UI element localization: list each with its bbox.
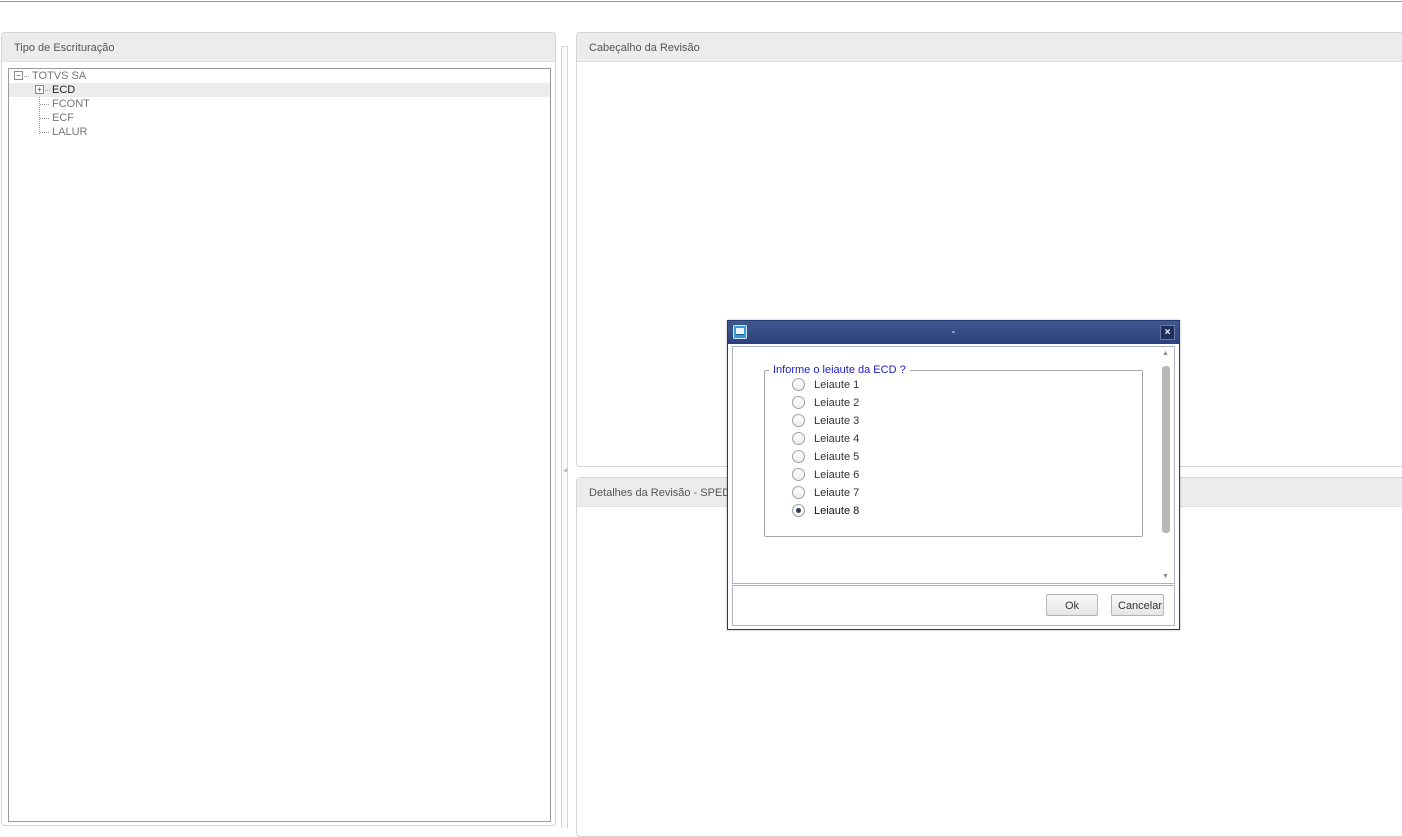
vertical-scrollbar[interactable]: ▲ ▼ [1159, 348, 1173, 582]
tree-item-ecd[interactable]: + ECD [9, 83, 550, 97]
radio-label: Leiaute 7 [814, 487, 860, 499]
radio-label: Leiaute 1 [814, 379, 860, 391]
tree-connector [45, 90, 50, 91]
tree-item-root[interactable]: − TOTVS SA [9, 69, 550, 83]
dialog-footer: Ok Cancelar [732, 585, 1175, 626]
tipo-escrituracao-panel: Tipo de Escrituração − TOTVS SA + ECD FC… [1, 32, 556, 826]
tree-connector [24, 76, 29, 77]
dialog-titlebar[interactable]: - × [728, 321, 1179, 344]
scrollbar-thumb[interactable] [1162, 366, 1170, 533]
dialog-content: Informe o leiaute da ECD ? Leiaute 1 Lei… [732, 346, 1175, 584]
dialog-title: - [951, 326, 956, 338]
close-button[interactable]: × [1160, 325, 1175, 340]
radio-icon[interactable] [792, 432, 805, 445]
panel-title-tipo-escrituracao: Tipo de Escrituração [2, 33, 555, 62]
radio-icon[interactable] [792, 450, 805, 463]
escrituracao-tree[interactable]: − TOTVS SA + ECD FCONT ECF LALUR [8, 68, 551, 822]
tree-item-ecf[interactable]: ECF [9, 111, 550, 125]
radio-label: Leiaute 5 [814, 451, 860, 463]
radio-icon[interactable] [792, 486, 805, 499]
radio-label: Leiaute 8 [814, 505, 860, 517]
cancel-button[interactable]: Cancelar [1111, 594, 1164, 616]
radio-checked-icon[interactable] [792, 504, 805, 517]
scroll-down-icon[interactable]: ▼ [1162, 573, 1169, 580]
leiaute-dialog: - × Informe o leiaute da ECD ? Leiaute 1… [727, 320, 1180, 630]
expand-icon[interactable]: + [35, 85, 44, 94]
radio-icon[interactable] [792, 396, 805, 409]
radio-icon[interactable] [792, 378, 805, 391]
tree-item-lalur[interactable]: LALUR [9, 125, 550, 139]
radio-label: Leiaute 2 [814, 397, 860, 409]
tree-connector [40, 118, 49, 119]
collapse-left-icon[interactable]: ◀ [563, 467, 568, 474]
tree-item-label: ECD [52, 84, 76, 96]
tree-item-label: ECF [52, 112, 74, 124]
ok-button[interactable]: Ok [1046, 594, 1098, 616]
tree-item-label: FCONT [52, 98, 90, 110]
tree-item-label: LALUR [52, 126, 88, 138]
radio-label: Leiaute 3 [814, 415, 860, 427]
radio-label: Leiaute 4 [814, 433, 860, 445]
radio-icon[interactable] [792, 414, 805, 427]
collapse-icon[interactable]: − [14, 71, 23, 80]
radio-icon[interactable] [792, 468, 805, 481]
scroll-up-icon[interactable]: ▲ [1162, 350, 1169, 357]
panel-title-cabecalho: Cabeçalho da Revisão [577, 33, 1402, 62]
panel-splitter[interactable]: ◀ [561, 46, 568, 828]
radio-group: Leiaute 1 Leiaute 2 Leiaute 3 Leiaute 4 … [764, 364, 1143, 537]
tree-connector [40, 132, 49, 133]
tree-item-label: TOTVS SA [32, 70, 87, 82]
tree-item-fcont[interactable]: FCONT [9, 97, 550, 111]
top-border [0, 0, 1402, 2]
tree-connector [40, 104, 49, 105]
radio-label: Leiaute 6 [814, 469, 860, 481]
